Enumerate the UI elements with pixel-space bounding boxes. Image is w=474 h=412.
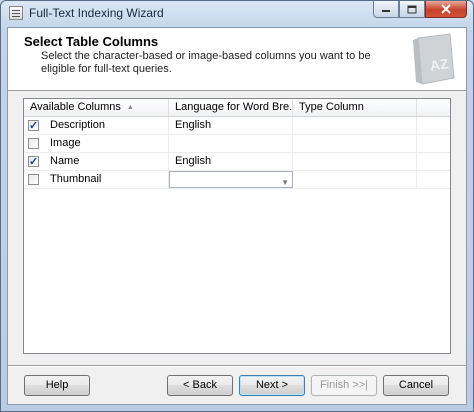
footer-divider xyxy=(8,365,466,367)
row-checkbox-thumbnail[interactable] xyxy=(28,174,39,185)
help-button[interactable]: Help xyxy=(24,375,90,396)
title-bar[interactable]: Full-Text Indexing Wizard xyxy=(1,1,473,25)
type-cell[interactable] xyxy=(293,117,417,134)
column-header-available[interactable]: Available Columns ▲ xyxy=(24,99,169,116)
table-row[interactable]: Thumbnail ▼ xyxy=(24,171,450,189)
table-row[interactable]: Name English xyxy=(24,153,450,171)
cancel-button[interactable]: Cancel xyxy=(383,375,449,396)
close-icon xyxy=(441,4,451,14)
language-cell[interactable] xyxy=(169,135,293,152)
columns-grid: Available Columns ▲ Language for Word Bre… xyxy=(23,98,451,354)
maximize-icon xyxy=(407,5,417,13)
wizard-header: Select Table Columns Select the characte… xyxy=(8,28,466,91)
language-cell[interactable]: English xyxy=(169,117,293,134)
svg-text:AZ: AZ xyxy=(429,55,450,74)
language-cell[interactable]: English xyxy=(169,153,293,170)
type-cell[interactable] xyxy=(293,135,417,152)
next-button[interactable]: Next > xyxy=(239,375,305,396)
row-checkbox-description[interactable] xyxy=(28,118,39,134)
language-dropdown[interactable]: ▼ xyxy=(169,171,293,188)
dropdown-arrow-icon[interactable]: ▼ xyxy=(281,175,289,191)
row-name: Description xyxy=(50,119,106,131)
table-row[interactable]: Description English xyxy=(24,117,450,135)
minimize-icon xyxy=(382,10,390,12)
back-button[interactable]: < Back xyxy=(167,375,233,396)
minimize-button[interactable] xyxy=(373,1,399,18)
type-cell[interactable] xyxy=(293,171,417,188)
column-header-language[interactable]: Language for Word Bre... xyxy=(169,99,293,116)
caption-buttons xyxy=(373,1,467,19)
type-cell[interactable] xyxy=(293,153,417,170)
window-title: Full-Text Indexing Wizard xyxy=(29,6,164,20)
row-name: Name xyxy=(50,155,80,167)
page-title: Select Table Columns xyxy=(24,34,159,49)
page-description: Select the character-based or image-base… xyxy=(41,50,371,75)
wizard-body: Select Table Columns Select the characte… xyxy=(7,27,467,405)
row-checkbox-name[interactable] xyxy=(28,154,39,170)
book-az-icon: AZ xyxy=(413,33,455,85)
column-header-type[interactable]: Type Column xyxy=(293,99,417,116)
table-row[interactable]: Image xyxy=(24,135,450,153)
close-button[interactable] xyxy=(425,1,467,18)
row-name: Thumbnail xyxy=(50,173,102,185)
app-icon xyxy=(9,6,23,20)
wizard-window: Full-Text Indexing Wizard Select Table C… xyxy=(0,0,474,412)
grid-header: Available Columns ▲ Language for Word Bre… xyxy=(24,99,450,117)
finish-button[interactable]: Finish >>| xyxy=(311,375,377,396)
row-checkbox-image[interactable] xyxy=(28,138,39,149)
sort-ascending-icon: ▲ xyxy=(126,104,134,111)
maximize-button[interactable] xyxy=(399,1,425,18)
row-name: Image xyxy=(50,137,81,149)
